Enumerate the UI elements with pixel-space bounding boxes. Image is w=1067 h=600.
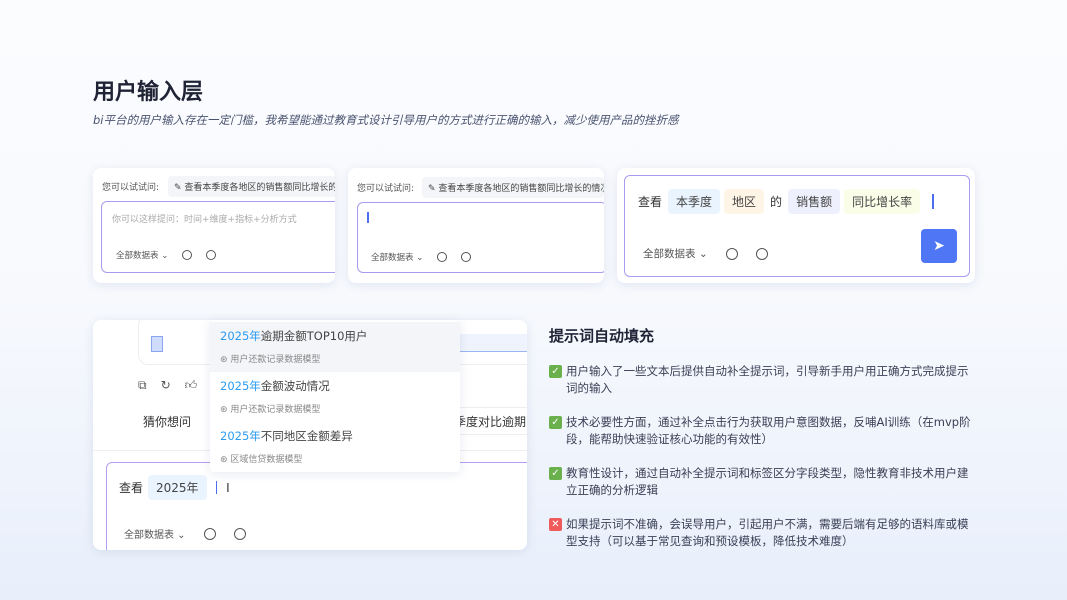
feature-point: ✓ 技术必要性方面，通过补全点击行为获取用户意图数据，反哺AI训练（在mvp阶段，… [549, 414, 974, 448]
metric-chip[interactable]: 销售额 [788, 189, 841, 214]
input-card-clicked: 您可以试试问: ✎ 查看本季度各地区的销售额同比增长的情况 全部数据表 ⌄ [348, 168, 604, 283]
feature-title: 提示词自动填充 [549, 327, 655, 345]
analysis-chip[interactable]: 同比增长率 [844, 189, 921, 214]
feature-point: ✓ 教育性设计，通过自动补全提示词和标签区分字段类型，隐性教育非技术用户建立正确的… [549, 465, 974, 499]
model-icon: ⊛ [220, 405, 228, 415]
dropdown-item[interactable]: 2025年不同地区金额差异 ⊛ 区域信贷数据模型 [210, 422, 460, 472]
text-cursor-icon: I [226, 480, 230, 495]
feature-point: ✕ 如果提示词不准确，会误导用户，引起用户不满，需要后端有足够的语料库或模型支持（… [549, 516, 974, 550]
guess-label: 猜你想问 [143, 415, 192, 429]
send-icon: ➤ [933, 238, 945, 254]
suggestion-chip[interactable]: ✎ 查看本季度各地区的销售额同比增长的情况 [422, 177, 604, 198]
suggestion-chip[interactable]: ✎ 查看本季度各地区的销售额同比增长的情况 [168, 176, 335, 197]
input-card-filled: 查看 本季度 地区 的 销售额 同比增长率 全部数据表 ⌄ ➤ [617, 168, 975, 283]
cross-icon: ✕ [549, 518, 562, 531]
time-chip[interactable]: 本季度 [668, 189, 721, 214]
link-icon[interactable] [182, 250, 193, 260]
copy-icon[interactable]: ⧉ [138, 378, 147, 393]
datasource-select[interactable]: 全部数据表 ⌄ [116, 249, 168, 261]
link-icon[interactable] [437, 252, 448, 262]
text-caret [215, 481, 218, 494]
try-label: 您可以试试问: [357, 184, 415, 194]
time-chip[interactable]: 2025年 [148, 475, 207, 500]
prefix-text: 查看 [119, 481, 144, 495]
thumbs-up-icon[interactable]: 👍︎ [185, 378, 198, 393]
check-icon: ✓ [549, 467, 562, 480]
text-caret [367, 212, 369, 223]
link-icon[interactable] [725, 247, 738, 260]
refresh-icon[interactable]: ↻ [161, 378, 171, 393]
chart-icon[interactable] [461, 252, 472, 262]
trend-line [459, 334, 527, 352]
placeholder: 你可以这样提问：时间+维度+指标+分析方式 [112, 215, 297, 225]
feature-point: ✓ 用户输入了一些文本后提供自动补全提示词，引导新手用户用正确方式完成提示词的输入 [549, 363, 974, 397]
check-icon: ✓ [549, 416, 562, 429]
connector-text: 的 [770, 195, 783, 209]
page-title: 用户输入层 [93, 80, 204, 105]
model-icon: ⊛ [220, 455, 228, 465]
try-label: 您可以试试问: [102, 183, 160, 193]
query-input[interactable]: 查看 本季度 地区 的 销售额 同比增长率 全部数据表 ⌄ ➤ [624, 175, 970, 277]
query-input[interactable]: 查看 2025年 I 全部数据表 ⌄ [106, 462, 527, 550]
query-input[interactable]: 全部数据表 ⌄ [357, 202, 604, 273]
input-card-placeholder: 您可以试试问: ✎ 查看本季度各地区的销售额同比增长的情况 你可以这样提问：时间… [93, 168, 335, 283]
candlestick-icon [151, 336, 163, 352]
send-button[interactable]: ➤ [921, 229, 957, 263]
check-icon: ✓ [549, 365, 562, 378]
datasource-select[interactable]: 全部数据表 ⌄ [124, 526, 186, 541]
autocomplete-dropdown: 2025年逾期金额TOP10用户 ⊛ 用户还款记录数据模型 2025年金额波动情况… [210, 320, 460, 472]
prefix-text: 查看 [638, 195, 663, 209]
page-subtitle: bi平台的用户输入存在一定门槛，我希望能通过教育式设计引导用户的方式进行正确的输… [93, 113, 679, 127]
query-input[interactable]: 你可以这样提问：时间+维度+指标+分析方式 全部数据表 ⌄ [101, 201, 335, 273]
chart-icon[interactable] [206, 250, 217, 260]
dimension-chip[interactable]: 地区 [724, 189, 765, 214]
dropdown-item[interactable]: 2025年逾期金额TOP10用户 ⊛ 用户还款记录数据模型 [210, 322, 460, 372]
datasource-select[interactable]: 全部数据表 ⌄ [371, 251, 423, 263]
text-caret [932, 194, 934, 209]
chart-icon[interactable] [755, 247, 768, 260]
chart-icon[interactable] [233, 527, 246, 540]
dropdown-item[interactable]: 2025年金额波动情况 ⊛ 用户还款记录数据模型 [210, 372, 460, 422]
datasource-select[interactable]: 全部数据表 ⌄ [643, 246, 708, 261]
model-icon: ⊛ [220, 355, 228, 365]
link-icon[interactable] [203, 527, 216, 540]
